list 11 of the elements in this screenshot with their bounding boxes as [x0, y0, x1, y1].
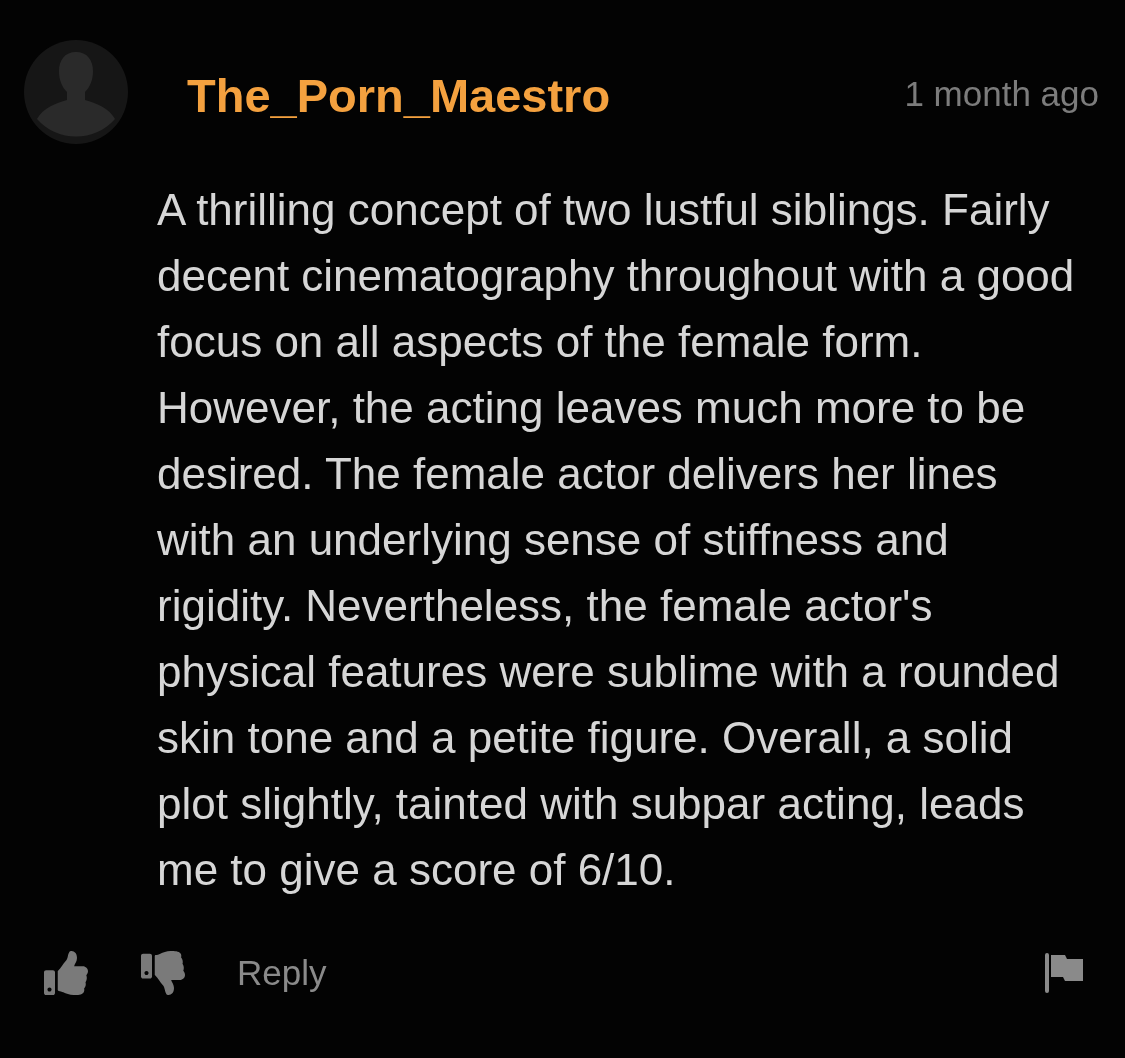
thumbs-down-icon: [138, 951, 188, 995]
avatar-silhouette-icon: [24, 40, 128, 144]
report-button[interactable]: [1045, 953, 1083, 993]
thumbs-up-button[interactable]: [42, 951, 90, 995]
thumbs-up-icon: [42, 951, 90, 995]
thumbs-down-button[interactable]: [138, 951, 188, 995]
username[interactable]: The_Porn_Maestro: [187, 69, 611, 123]
flag-icon: [1045, 953, 1083, 993]
comment-text: A thrilling concept of two lustful siblings. Fairly decent cinematography throughout with a good focus on all aspects of the female form. However, the acting leaves much more to be desired. The female actor delivers her lines with an underlying sense of stiffness and rigidity. Nevertheless, the female actor's physical features were sublime with a rounded skin tone and a petite figure. Overall, a solid plot slightly, tainted with subpar acting, leads me to give a score of 6/10.: [157, 184, 1076, 896]
comment-time: 1 month ago: [904, 74, 1099, 114]
reply-button[interactable]: Reply: [237, 953, 327, 993]
